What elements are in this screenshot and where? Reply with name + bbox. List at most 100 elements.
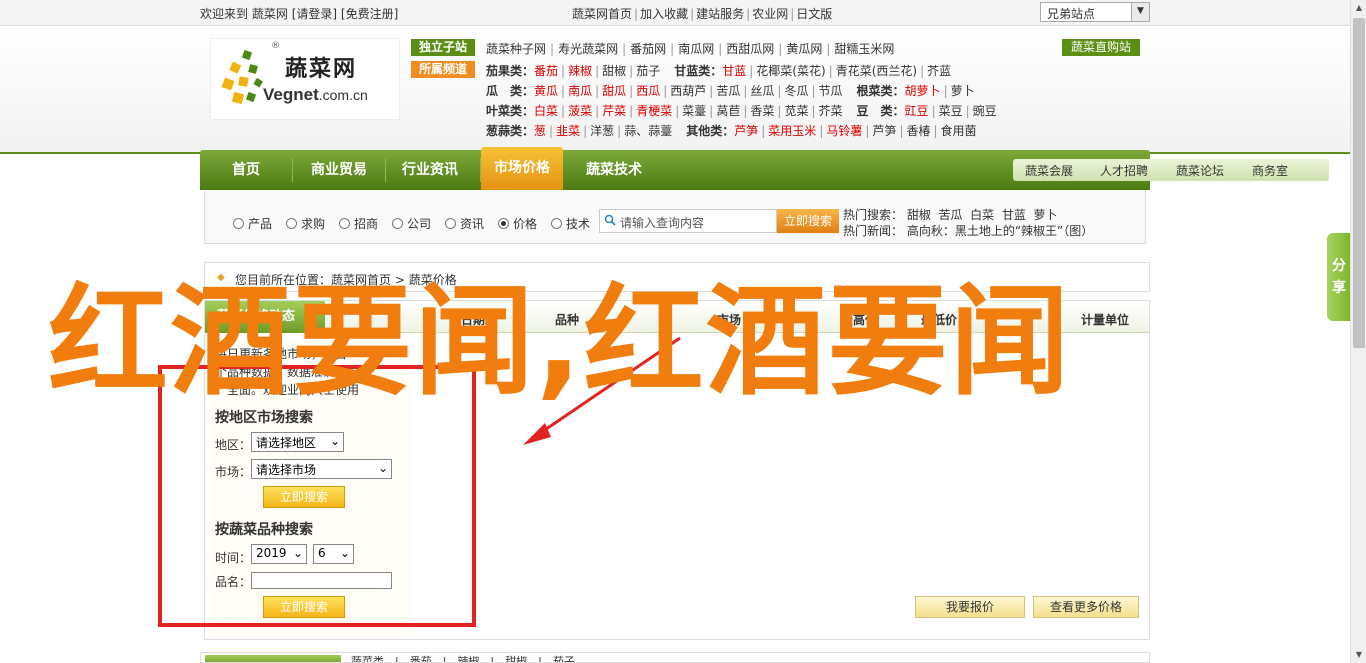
mall-link[interactable]: 蔬菜直购站 xyxy=(1062,39,1140,56)
category-link[interactable]: 芦笋 xyxy=(872,124,896,138)
category-link[interactable]: 蒜、蒜薹 xyxy=(624,124,672,138)
hot-search-link[interactable]: 甘蓝 xyxy=(1002,208,1026,222)
subnav-office[interactable]: 商务室 xyxy=(1252,162,1288,179)
radio-product[interactable]: 产品 xyxy=(233,215,272,232)
category-link[interactable]: 葱 xyxy=(534,124,546,138)
scrollbar[interactable]: ▲ ▼ xyxy=(1350,0,1366,663)
more-prices-button[interactable]: 查看更多价格 xyxy=(1033,596,1139,618)
category-link[interactable]: 芹菜 xyxy=(602,104,626,118)
subnav-jobs[interactable]: 人才招聘 xyxy=(1100,162,1148,179)
radio-invest[interactable]: 招商 xyxy=(339,215,378,232)
scroll-up-icon[interactable]: ▲ xyxy=(1351,0,1366,16)
scroll-down-icon[interactable]: ▼ xyxy=(1351,647,1366,663)
subsite-link[interactable]: 西甜瓜网 xyxy=(726,42,774,56)
category-link[interactable]: 青梗菜 xyxy=(636,104,672,118)
category-link[interactable]: 甜椒 xyxy=(602,64,626,78)
subsite-link[interactable]: 甜糯玉米网 xyxy=(834,42,894,56)
category-link[interactable]: 节瓜 xyxy=(819,84,843,98)
category-link[interactable]: 菜豆 xyxy=(939,104,963,118)
category-link[interactable]: 洋葱 xyxy=(590,124,614,138)
scroll-thumb[interactable] xyxy=(1353,18,1365,348)
search-button[interactable]: 立即搜索 xyxy=(777,209,839,233)
report-price-button[interactable]: 我要报价 xyxy=(915,596,1025,618)
category-link[interactable]: 菜薹 xyxy=(682,104,706,118)
category-row: 茄果类：番茄 | 辣椒 | 甜椒 | 茄子 甘蓝类：甘蓝 | 花椰菜(菜花) | 青花菜(西兰花) | 芥… xyxy=(486,64,952,78)
category-link[interactable]: 西瓜 xyxy=(636,84,660,98)
radio-company[interactable]: 公司 xyxy=(392,215,431,232)
subsite-link[interactable]: 寿光蔬菜网 xyxy=(558,42,618,56)
col-unit: 计量单位 xyxy=(1081,313,1130,327)
category-link[interactable]: 辣椒 xyxy=(568,64,592,78)
subsite-links: 蔬菜种子网 | 寿光蔬菜网 | 番茄网 | 南瓜网 | 西甜瓜网 | 黄瓜网 | 甜糯玉米网 xyxy=(486,42,895,56)
category-link[interactable]: 南瓜 xyxy=(568,84,592,98)
nav-tech[interactable]: 蔬菜技术 xyxy=(568,150,660,190)
category-link[interactable]: 豇豆 xyxy=(905,104,929,118)
category-link[interactable]: 芥蓝 xyxy=(927,64,951,78)
radio-buy[interactable]: 求购 xyxy=(286,215,325,232)
search-input[interactable]: 请输入查询内容 xyxy=(599,209,777,233)
nav-trade[interactable]: 商业贸易 xyxy=(293,150,385,190)
search-icon xyxy=(604,214,616,226)
category-link[interactable]: 苋菜 xyxy=(784,104,808,118)
category-link[interactable]: 菜用玉米 xyxy=(768,124,816,138)
category-link[interactable]: 茄子 xyxy=(636,64,660,78)
top-link-build[interactable]: 建站服务 xyxy=(696,7,744,21)
radio-tech[interactable]: 技术 xyxy=(551,215,590,232)
subsite-link[interactable]: 蔬菜种子网 xyxy=(486,42,546,56)
hot-news-link[interactable]: 高向秋：黑土地上的“辣椒王”（图） xyxy=(907,224,1093,238)
share-tab[interactable]: 分享 xyxy=(1327,233,1351,321)
welcome-area: 欢迎来到 蔬菜网 [请登录] [免费注册] xyxy=(200,5,398,22)
login-link[interactable]: [请登录] xyxy=(292,7,337,21)
category-link[interactable]: 花椰菜(菜花) xyxy=(756,64,825,78)
subsite-link[interactable]: 黄瓜网 xyxy=(786,42,822,56)
category-link[interactable]: 香椿 xyxy=(906,124,930,138)
category-link[interactable]: 食用菌 xyxy=(941,124,977,138)
subsite-link[interactable]: 番茄网 xyxy=(630,42,666,56)
next-section-tab xyxy=(205,655,341,662)
category-link[interactable]: 香菜 xyxy=(750,104,774,118)
top-link-japanese[interactable]: 日文版 xyxy=(796,7,832,21)
category-link[interactable]: 甜瓜 xyxy=(602,84,626,98)
category-link[interactable]: 白菜 xyxy=(534,104,558,118)
top-link-favorite[interactable]: 加入收藏 xyxy=(640,7,688,21)
category-key: 其他类： xyxy=(686,124,735,138)
subnav-forum[interactable]: 蔬菜论坛 xyxy=(1176,162,1224,179)
radio-info[interactable]: 资讯 xyxy=(445,215,484,232)
category-link[interactable]: 冬瓜 xyxy=(784,84,808,98)
category-link[interactable]: 丝瓜 xyxy=(750,84,774,98)
hot-search-link[interactable]: 甜椒 xyxy=(907,208,931,222)
radio-price[interactable]: 价格 xyxy=(498,215,537,232)
subnav-expo[interactable]: 蔬菜会展 xyxy=(1025,162,1073,179)
category-link[interactable]: 芦笋 xyxy=(734,124,758,138)
category-key: 叶菜类： xyxy=(486,104,535,118)
category-link[interactable]: 马铃薯 xyxy=(826,124,862,138)
category-link[interactable]: 萝卜 xyxy=(951,84,975,98)
logo-registered-mark: ® xyxy=(271,41,280,51)
category-link[interactable]: 甘蓝 xyxy=(722,64,746,78)
site-name-link[interactable]: 蔬菜网 xyxy=(252,7,288,21)
category-link[interactable]: 莴苣 xyxy=(716,104,740,118)
nav-home[interactable]: 首页 xyxy=(200,150,292,190)
category-link[interactable]: 青花菜(西兰花) xyxy=(836,64,917,78)
category-link[interactable]: 胡萝卜 xyxy=(905,84,941,98)
nav-news[interactable]: 行业资讯 xyxy=(386,150,474,190)
overlay-headline: 红酒要闻,红酒要闻 xyxy=(48,273,1072,412)
category-link[interactable]: 芥菜 xyxy=(819,104,843,118)
category-link[interactable]: 黄瓜 xyxy=(534,84,558,98)
register-link[interactable]: [免费注册] xyxy=(341,7,398,21)
category-link[interactable]: 番茄 xyxy=(534,64,558,78)
top-link-agri[interactable]: 农业网 xyxy=(752,7,788,21)
hot-search-link[interactable]: 白菜 xyxy=(970,208,994,222)
category-link[interactable]: 西葫芦 xyxy=(670,84,706,98)
top-link-home[interactable]: 蔬菜网首页 xyxy=(572,7,632,21)
category-link[interactable]: 豌豆 xyxy=(973,104,997,118)
category-link[interactable]: 苦瓜 xyxy=(716,84,740,98)
hot-search-link[interactable]: 苦瓜 xyxy=(939,208,963,222)
category-link[interactable]: 韭菜 xyxy=(556,124,580,138)
site-select[interactable]: 兄弟站点 ▼ xyxy=(1040,2,1150,22)
subsite-link[interactable]: 南瓜网 xyxy=(678,42,714,56)
nav-market-price[interactable]: 市场价格 xyxy=(481,147,563,190)
category-link[interactable]: 菠菜 xyxy=(568,104,592,118)
hot-search-link[interactable]: 萝卜 xyxy=(1033,208,1057,222)
site-logo[interactable]: ® 蔬菜网 Vegnet.com.cn xyxy=(210,38,400,120)
